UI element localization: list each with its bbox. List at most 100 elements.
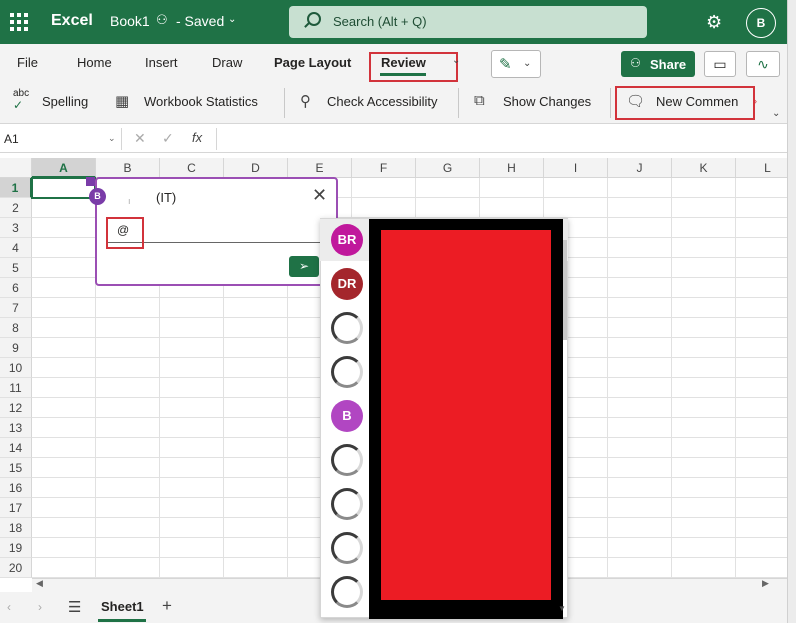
column-header-f[interactable]: F — [352, 158, 416, 178]
title-bar: Excel Book1 ⚇ - Saved ⌄ Search (Alt + Q)… — [0, 0, 787, 44]
row-header-14[interactable]: 14 — [0, 438, 32, 458]
accessibility-icon: ⚲ — [300, 93, 311, 110]
mention-avatar-initials[interactable]: B — [331, 400, 363, 432]
mention-avatar-photo[interactable] — [331, 312, 363, 344]
mention-highlight-box — [106, 217, 144, 249]
function-icon[interactable]: fx — [192, 130, 202, 145]
app-name[interactable]: Excel — [51, 12, 93, 30]
column-header-e[interactable]: E — [288, 158, 352, 178]
column-header-i[interactable]: I — [544, 158, 608, 178]
close-icon[interactable]: ✕ — [312, 185, 327, 206]
row-header-5[interactable]: 5 — [0, 258, 32, 278]
row-header-16[interactable]: 16 — [0, 478, 32, 498]
new-comment-highlight-box — [615, 86, 755, 120]
row-header-8[interactable]: 8 — [0, 318, 32, 338]
tab-file[interactable]: File — [17, 55, 38, 70]
column-header-d[interactable]: D — [224, 158, 288, 178]
column-header-a[interactable]: A — [32, 158, 96, 178]
row-header-19[interactable]: 19 — [0, 538, 32, 558]
comment-author-redacted: ı — [128, 196, 131, 206]
spelling-button[interactable]: Spelling — [42, 94, 88, 109]
column-header-c[interactable]: C — [160, 158, 224, 178]
comment-indicator[interactable] — [86, 177, 95, 186]
tab-home[interactable]: Home — [77, 55, 112, 70]
checkmark-icon: ✓ — [13, 98, 24, 112]
gear-icon[interactable]: ⚙ — [706, 12, 722, 33]
row-header-12[interactable]: 12 — [0, 398, 32, 418]
column-header-g[interactable]: G — [416, 158, 480, 178]
check-accessibility-button[interactable]: Check Accessibility — [327, 94, 438, 109]
mention-avatar-photo[interactable] — [331, 444, 363, 476]
mention-avatar-initials[interactable]: DR — [331, 268, 363, 300]
sheet-tab-sheet1[interactable]: Sheet1 — [101, 599, 144, 614]
mention-avatar-photo[interactable] — [331, 488, 363, 520]
mention-avatar-photo[interactable] — [331, 576, 363, 608]
row-header-18[interactable]: 18 — [0, 518, 32, 538]
row-header-17[interactable]: 17 — [0, 498, 32, 518]
row-header-1[interactable]: 1 — [0, 178, 32, 198]
row-header-3[interactable]: 3 — [0, 218, 32, 238]
window-scroll-edge — [787, 0, 796, 623]
tab-insert[interactable]: Insert — [145, 55, 178, 70]
column-header-k[interactable]: K — [672, 158, 736, 178]
row-header-11[interactable]: 11 — [0, 378, 32, 398]
all-sheets-menu-icon[interactable]: ☰ — [68, 598, 81, 616]
search-placeholder: Search (Alt + Q) — [333, 14, 427, 29]
document-status[interactable]: - Saved — [176, 13, 224, 29]
show-changes-icon: ⧉ — [474, 92, 485, 109]
search-box[interactable]: Search (Alt + Q) — [289, 6, 647, 38]
editing-mode-button[interactable]: ✎ ⌄ — [491, 50, 541, 78]
row-header-2[interactable]: 2 — [0, 198, 32, 218]
app-launcher-icon[interactable] — [10, 13, 28, 31]
comment-author-name: (IT) — [156, 190, 177, 205]
column-header-l[interactable]: L — [736, 158, 787, 178]
show-changes-button[interactable]: Show Changes — [503, 94, 591, 109]
select-all-corner[interactable] — [0, 158, 32, 178]
mention-avatar-photo[interactable] — [331, 532, 363, 564]
add-sheet-icon[interactable]: + — [162, 596, 172, 616]
row-header-10[interactable]: 10 — [0, 358, 32, 378]
row-header-9[interactable]: 9 — [0, 338, 32, 358]
tab-draw[interactable]: Draw — [212, 55, 242, 70]
row-header-6[interactable]: 6 — [0, 278, 32, 298]
row-header-15[interactable]: 15 — [0, 458, 32, 478]
scroll-left-icon[interactable]: ◀ — [36, 578, 43, 589]
activity-button[interactable]: ∿ — [746, 51, 780, 77]
column-header-b[interactable]: B — [96, 158, 160, 178]
mention-list-scrollbar[interactable] — [563, 240, 567, 340]
name-box[interactable]: A1 ⌄ — [0, 128, 122, 150]
column-header-j[interactable]: J — [608, 158, 672, 178]
chevron-down-icon[interactable]: ⌄ — [108, 133, 116, 144]
review-highlight-box — [369, 52, 458, 82]
ribbon-expand-chevron-icon[interactable]: ⌄ — [772, 108, 780, 119]
formula-input[interactable] — [216, 128, 786, 150]
previous-sheet-icon[interactable]: ‹ — [7, 600, 11, 614]
workbook-statistics-button[interactable]: Workbook Statistics — [144, 94, 258, 109]
mention-avatar-initials[interactable]: BR — [331, 224, 363, 256]
ribbon-divider — [458, 88, 459, 118]
tab-page-layout[interactable]: Page Layout — [274, 55, 351, 70]
scroll-right-icon[interactable]: ▶ — [762, 578, 769, 589]
send-button[interactable]: ➢ — [289, 256, 319, 277]
row-header-7[interactable]: 7 — [0, 298, 32, 318]
column-header-h[interactable]: H — [480, 158, 544, 178]
row-header-20[interactable]: 20 — [0, 558, 32, 578]
mention-avatar-photo[interactable] — [331, 356, 363, 388]
comments-pane-button[interactable]: ▭ — [704, 51, 736, 77]
ribbon-collapse-chevron-icon[interactable]: ⌄ — [452, 55, 460, 66]
row-header-13[interactable]: 13 — [0, 418, 32, 438]
active-sheet-indicator — [98, 619, 146, 622]
next-sheet-icon[interactable]: › — [38, 600, 42, 614]
enter-icon[interactable]: ✓ — [162, 130, 174, 147]
cancel-icon[interactable]: ✕ — [134, 130, 146, 147]
workbook-statistics-icon: ▦ — [115, 93, 130, 110]
chevron-down-icon[interactable]: ⌄ — [228, 14, 236, 25]
comment-icon: ▭ — [713, 56, 727, 72]
document-name[interactable]: Book1 — [110, 13, 150, 29]
scroll-down-icon[interactable]: ▼ — [558, 604, 566, 613]
ribbon-scroll-right-icon[interactable]: › — [754, 96, 757, 106]
user-avatar[interactable]: B — [746, 8, 776, 38]
send-icon: ➢ — [298, 259, 310, 273]
share-button[interactable]: ⚇ Share — [621, 51, 695, 77]
row-header-4[interactable]: 4 — [0, 238, 32, 258]
